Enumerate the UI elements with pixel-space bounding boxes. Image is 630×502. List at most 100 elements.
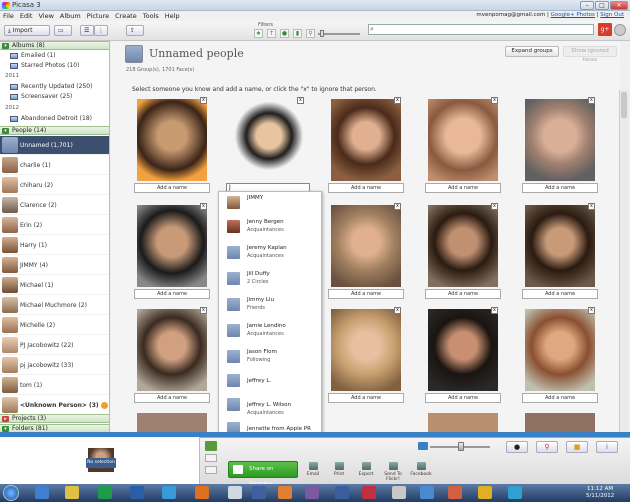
face-card[interactable]: x Add a name	[328, 203, 404, 304]
taskbar-app-icon[interactable]	[98, 486, 112, 499]
face-photo[interactable]	[428, 99, 498, 181]
print-button[interactable]: Print	[328, 462, 350, 477]
face-photo[interactable]	[137, 309, 207, 391]
taskbar-firefox-icon[interactable]	[195, 486, 209, 499]
folder-view-button[interactable]: ▭	[54, 25, 72, 36]
face-photo[interactable]	[525, 309, 595, 391]
album-item-emailed[interactable]: Emailed (1)	[10, 51, 56, 61]
taskbar-app-icon[interactable]	[278, 486, 292, 499]
people-pane-button[interactable]: ●	[506, 441, 528, 453]
starred-filter-icon[interactable]: ★	[254, 29, 263, 38]
movie-filter-icon[interactable]: ▮	[293, 29, 302, 38]
suggestion-item[interactable]: JIMMY	[219, 192, 323, 218]
suggestion-item[interactable]: Jamie Lendino Acquaintances	[219, 320, 323, 346]
ignore-face-button[interactable]: x	[200, 97, 207, 104]
taskbar-ie-icon[interactable]	[162, 486, 176, 499]
clear-icon[interactable]	[205, 454, 217, 462]
ignore-face-button[interactable]: x	[588, 203, 595, 210]
share-google-plus-button[interactable]: Share on Google+	[228, 461, 298, 487]
taskbar-app-icon[interactable]	[420, 486, 434, 499]
face-photo[interactable]	[525, 413, 595, 432]
people-item[interactable]: Clarence (2)	[0, 196, 109, 215]
face-card[interactable]: x Add a name	[134, 203, 210, 304]
taskbar-app-icon[interactable]	[35, 486, 49, 499]
face-card[interactable]: x Add a name	[134, 97, 210, 198]
info-pane-button[interactable]: i	[596, 441, 618, 453]
people-item[interactable]: chiharu (2)	[0, 176, 109, 195]
add-name-button[interactable]: Add a name	[134, 393, 210, 403]
taskbar-chrome-icon[interactable]	[478, 486, 492, 499]
add-name-button[interactable]: Add a name	[328, 183, 404, 193]
people-item[interactable]: PJ Jacobowitz (22)	[0, 336, 109, 355]
date-filter-knob[interactable]	[320, 30, 324, 37]
people-item[interactable]: Erin (2)	[0, 216, 109, 235]
import-button[interactable]: ⤓ Import	[4, 25, 50, 36]
suggestion-item[interactable]: Jimmy Liu Friends	[219, 294, 323, 320]
suggestion-item[interactable]: Jeremy Kaplan Acquaintances	[219, 242, 323, 268]
close-window-button[interactable]: ✕	[610, 1, 628, 10]
projects-section-header[interactable]: ▸ Projects (3)	[0, 414, 109, 423]
people-item-unnamed[interactable]: Unnamed (1,701)	[0, 136, 109, 155]
add-name-button[interactable]: Add a name	[425, 289, 501, 299]
ignore-face-button[interactable]: x	[491, 97, 498, 104]
menu-file[interactable]: File	[0, 11, 17, 20]
face-card[interactable]: x Add a name	[522, 97, 598, 198]
vertical-scrollbar[interactable]	[619, 90, 629, 432]
face-card[interactable]: x Add a name	[134, 307, 210, 408]
add-to-album-icon[interactable]	[205, 466, 217, 474]
face-photo[interactable]	[331, 205, 401, 287]
face-card[interactable]: x Add a name	[425, 307, 501, 408]
ignore-face-button[interactable]: x	[491, 203, 498, 210]
add-name-button[interactable]: Add a name	[134, 183, 210, 193]
export-button[interactable]: Export	[355, 462, 377, 477]
face-photo[interactable]	[331, 309, 401, 391]
people-item[interactable]: Michael Muchmore (2)	[0, 296, 109, 315]
upload-filter-icon[interactable]: ↑	[267, 29, 276, 38]
maximize-button[interactable]: □	[595, 1, 609, 10]
people-item[interactable]: Michelle (2)	[0, 316, 109, 335]
people-item[interactable]: tom (1)	[0, 376, 109, 395]
face-card[interactable]: x Add a name	[522, 307, 598, 408]
folders-section-header[interactable]: ▾ Folders (81)	[0, 424, 109, 432]
expand-groups-button[interactable]: Expand groups	[505, 46, 559, 57]
add-name-button[interactable]: Add a name	[425, 393, 501, 403]
add-name-button[interactable]: Add a name	[522, 183, 598, 193]
zoom-out-icon[interactable]	[418, 442, 428, 450]
hold-icon[interactable]	[205, 441, 217, 451]
people-filter-icon[interactable]: ●	[280, 29, 289, 38]
people-item[interactable]: Michael (1)	[0, 276, 109, 295]
menu-view[interactable]: View	[35, 11, 56, 20]
upload-button[interactable]: ⇪	[126, 25, 144, 36]
people-item[interactable]: charlie (1)	[0, 156, 109, 175]
suggestion-item[interactable]: Jenny Bergen Acquaintances	[219, 216, 323, 242]
face-card[interactable]: x Add a name	[425, 203, 501, 304]
face-card[interactable]: x Add a name	[328, 97, 404, 198]
taskbar-app-icon[interactable]	[228, 486, 242, 499]
menu-create[interactable]: Create	[112, 11, 140, 20]
ignore-face-button[interactable]: x	[394, 307, 401, 314]
sign-out-link[interactable]: Sign Out	[600, 12, 624, 18]
menu-album[interactable]: Album	[57, 11, 84, 20]
face-card[interactable]: x Add a name	[522, 203, 598, 304]
taskbar-word-icon[interactable]	[130, 486, 144, 499]
album-item-abandoned-detroit[interactable]: Abandoned Detroit (18)	[10, 114, 92, 124]
album-item-screensaver[interactable]: Screensaver (25)	[10, 92, 72, 102]
face-card[interactable]	[425, 411, 501, 432]
ignore-face-button[interactable]: x	[200, 307, 207, 314]
face-card[interactable]: x Add a name	[425, 97, 501, 198]
taskbar-app-icon[interactable]	[305, 486, 319, 499]
add-name-button[interactable]: Add a name	[134, 289, 210, 299]
add-name-button[interactable]: Add a name	[425, 183, 501, 193]
people-item[interactable]: pj jacobowitz (33)	[0, 356, 109, 375]
albums-section-header[interactable]: ▾ Albums (8)	[0, 41, 109, 50]
people-item[interactable]: JIMMY (4)	[0, 256, 109, 275]
ignore-face-button[interactable]: x	[200, 203, 207, 210]
date-filter-slider[interactable]	[318, 33, 360, 35]
face-photo[interactable]	[137, 205, 207, 287]
ignore-face-button[interactable]: x	[394, 97, 401, 104]
system-clock[interactable]: 11:12 AM 5/11/2012	[586, 486, 614, 500]
face-photo[interactable]	[525, 99, 595, 181]
face-card[interactable]	[522, 411, 598, 432]
face-photo[interactable]	[331, 99, 401, 181]
taskbar-app-icon[interactable]	[392, 486, 406, 499]
